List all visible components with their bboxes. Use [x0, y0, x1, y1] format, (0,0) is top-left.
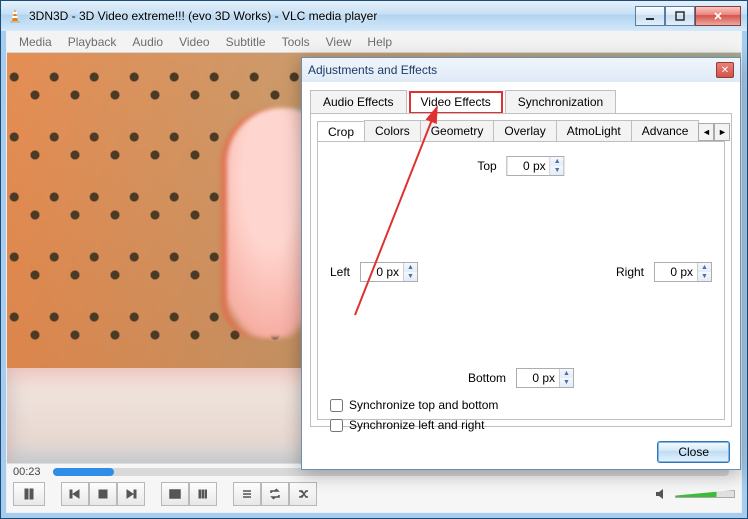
- sync-left-right-checkbox[interactable]: Synchronize left and right: [330, 418, 484, 432]
- previous-button[interactable]: [61, 482, 89, 506]
- crop-left-spinner[interactable]: 0 px ▲▼: [360, 262, 418, 282]
- player-controls: 00:23: [7, 463, 741, 512]
- crop-left-value: 0 px: [361, 265, 403, 279]
- checkbox-label: Synchronize top and bottom: [349, 398, 498, 412]
- menu-media[interactable]: Media: [11, 33, 60, 51]
- tab-scroll-right[interactable]: ►: [714, 123, 730, 141]
- menu-audio[interactable]: Audio: [124, 33, 171, 51]
- elapsed-time[interactable]: 00:23: [13, 466, 47, 478]
- tab-scroll-left[interactable]: ◄: [698, 123, 714, 141]
- checkbox-input[interactable]: [330, 399, 343, 412]
- minimize-button[interactable]: [635, 6, 665, 26]
- dialog-titlebar[interactable]: Adjustments and Effects ✕: [302, 58, 740, 82]
- subtab-geometry[interactable]: Geometry: [420, 120, 495, 141]
- shuffle-button[interactable]: [289, 482, 317, 506]
- crop-bottom-label: Bottom: [468, 371, 506, 385]
- menu-subtitle[interactable]: Subtitle: [218, 33, 274, 51]
- menu-tools[interactable]: Tools: [274, 33, 318, 51]
- playlist-button[interactable]: [233, 482, 261, 506]
- crop-bottom-value: 0 px: [517, 371, 559, 385]
- tab-synchronization[interactable]: Synchronization: [505, 90, 616, 113]
- crop-top-label: Top: [477, 159, 496, 173]
- spinner-down-icon[interactable]: ▼: [551, 166, 564, 175]
- window-close-button[interactable]: [695, 6, 741, 26]
- spinner-down-icon[interactable]: ▼: [404, 272, 417, 281]
- subtab-crop[interactable]: Crop: [317, 121, 365, 142]
- dialog-close-button[interactable]: Close: [657, 441, 730, 463]
- crop-right-spinner[interactable]: 0 px ▲▼: [654, 262, 712, 282]
- next-button[interactable]: [117, 482, 145, 506]
- loop-button[interactable]: [261, 482, 289, 506]
- spinner-up-icon[interactable]: ▲: [698, 263, 711, 272]
- window-titlebar: 3DN3D - 3D Video extreme!!! (evo 3D Work…: [1, 1, 747, 31]
- speaker-icon[interactable]: [655, 487, 669, 501]
- checkbox-label: Synchronize left and right: [349, 418, 484, 432]
- stop-button[interactable]: [89, 482, 117, 506]
- subtab-advanced[interactable]: Advance: [631, 120, 700, 141]
- checkbox-input[interactable]: [330, 419, 343, 432]
- adjustments-effects-dialog: Adjustments and Effects ✕ Audio Effects …: [301, 57, 741, 470]
- vlc-cone-icon: [7, 8, 23, 24]
- spinner-down-icon[interactable]: ▼: [698, 272, 711, 281]
- crop-panel: Top 0 px ▲▼ Left 0 px ▲▼ Right: [317, 141, 725, 420]
- volume-slider[interactable]: [675, 490, 735, 498]
- dialog-title: Adjustments and Effects: [308, 63, 437, 77]
- spinner-up-icon[interactable]: ▲: [560, 369, 573, 378]
- crop-right-value: 0 px: [655, 265, 697, 279]
- extended-settings-button[interactable]: [189, 482, 217, 506]
- crop-top-spinner[interactable]: 0 px ▲▼: [507, 156, 565, 176]
- spinner-down-icon[interactable]: ▼: [560, 378, 573, 387]
- menu-view[interactable]: View: [318, 33, 360, 51]
- window-title: 3DN3D - 3D Video extreme!!! (evo 3D Work…: [29, 9, 635, 23]
- tab-audio-effects[interactable]: Audio Effects: [310, 90, 407, 113]
- crop-left-label: Left: [330, 265, 350, 279]
- spinner-up-icon[interactable]: ▲: [404, 263, 417, 272]
- tab-video-effects[interactable]: Video Effects: [409, 91, 503, 114]
- spinner-up-icon[interactable]: ▲: [551, 157, 564, 166]
- dialog-close-icon[interactable]: ✕: [716, 62, 734, 78]
- crop-right-label: Right: [616, 265, 644, 279]
- sync-top-bottom-checkbox[interactable]: Synchronize top and bottom: [330, 398, 498, 412]
- maximize-button[interactable]: [665, 6, 695, 26]
- crop-bottom-spinner[interactable]: 0 px ▲▼: [516, 368, 574, 388]
- menu-help[interactable]: Help: [359, 33, 400, 51]
- fullscreen-button[interactable]: [161, 482, 189, 506]
- subtab-colors[interactable]: Colors: [364, 120, 421, 141]
- crop-top-value: 0 px: [508, 159, 550, 173]
- pause-button[interactable]: [13, 482, 45, 506]
- subtab-overlay[interactable]: Overlay: [493, 120, 556, 141]
- menubar: Media Playback Audio Video Subtitle Tool…: [7, 31, 741, 53]
- subtab-atmolight[interactable]: AtmoLight: [556, 120, 632, 141]
- menu-video[interactable]: Video: [171, 33, 217, 51]
- menu-playback[interactable]: Playback: [60, 33, 125, 51]
